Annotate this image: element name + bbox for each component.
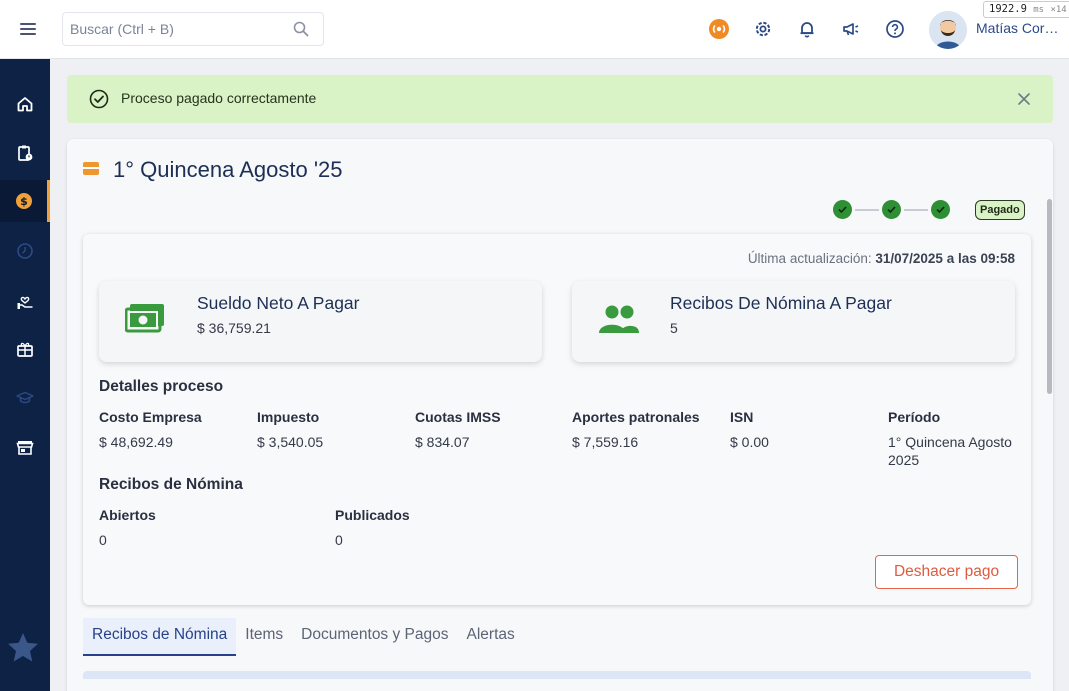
top-bar: Matías Cor… 1922.9 ms ×14 (0, 0, 1069, 59)
bell-icon[interactable] (796, 18, 818, 40)
field-value: 1° Quincena Agosto 2025 (888, 434, 1012, 468)
help-icon[interactable] (884, 18, 906, 40)
field-isn: ISN $ 0.00 (730, 409, 880, 451)
field-label: Publicados (335, 507, 410, 523)
field-abiertos: Abiertos 0 (99, 507, 249, 549)
step-complete-2 (882, 200, 901, 219)
tab-bar: Recibos de Nómina Items Documentos y Pag… (83, 618, 524, 656)
menu-icon[interactable] (16, 18, 40, 40)
broadcast-icon[interactable] (708, 18, 730, 40)
clock-icon (17, 243, 33, 259)
process-panel: 1° Quincena Agosto '25 Pagado Última act… (67, 139, 1053, 691)
tab-content (83, 671, 1031, 679)
search-box (62, 12, 324, 46)
stat-title: Sueldo Neto A Pagar (197, 293, 360, 313)
sidebar-item-training[interactable] (0, 377, 50, 419)
field-label: Período (888, 409, 941, 425)
stat-value: $ 36,759.21 (197, 320, 271, 336)
megaphone-icon[interactable] (840, 18, 862, 40)
graduation-cap-icon (16, 391, 34, 404)
stat-title: Recibos De Nómina A Pagar (670, 293, 892, 313)
field-aportes-patronales: Aportes patronales $ 7,559.16 (572, 409, 722, 451)
perf-value: 1922.9 (989, 3, 1027, 15)
hand-heart-icon (17, 296, 33, 309)
stat-payroll-receipts: Recibos De Nómina A Pagar 5 (572, 281, 1015, 362)
alert-message: Proceso pagado correctamente (121, 90, 317, 106)
dollar-coin-icon: $ (15, 193, 32, 209)
field-label: Impuesto (257, 409, 320, 425)
avatar[interactable] (929, 11, 967, 49)
status-badge: Pagado (975, 200, 1025, 220)
sidebar-item-benefits[interactable] (0, 280, 50, 322)
payment-card-icon (83, 162, 99, 175)
check-icon (838, 206, 847, 214)
money-bill-icon (124, 303, 165, 340)
sidebar-item-rewards[interactable] (0, 328, 50, 370)
step-complete-1 (833, 200, 852, 219)
step-connector (855, 208, 879, 211)
user-name[interactable]: Matías Cor… (976, 20, 1062, 36)
search-input[interactable] (63, 13, 283, 45)
stat-net-salary: Sueldo Neto A Pagar $ 36,759.21 (99, 281, 542, 362)
perf-counter: 1922.9 ms ×14 (983, 1, 1069, 18)
field-costo-empresa: Costo Empresa $ 48,692.49 (99, 409, 249, 451)
step-complete-3 (931, 200, 950, 219)
tab-documentos-y-pagos[interactable]: Documentos y Pagos (292, 618, 457, 656)
star-icon[interactable] (6, 631, 40, 665)
home-icon (17, 97, 33, 112)
users-icon (598, 303, 640, 340)
undo-payment-button[interactable]: Deshacer pago (875, 555, 1018, 589)
gift-box-icon (17, 342, 33, 357)
last-updated-label: Última actualización: (747, 251, 876, 266)
perf-multiplier: ×14 (1050, 5, 1067, 15)
success-alert: Proceso pagado correctamente (67, 75, 1053, 123)
field-label: Aportes patronales (572, 409, 700, 425)
field-value: $ 3,540.05 (257, 434, 324, 450)
sidebar-item-store[interactable] (0, 426, 50, 468)
scrollbar[interactable] (1047, 199, 1052, 394)
gear-icon[interactable] (752, 18, 774, 40)
check-icon (887, 206, 896, 214)
svg-text:$: $ (20, 195, 28, 208)
field-impuesto: Impuesto $ 3,540.05 (257, 409, 407, 451)
field-value: 0 (99, 532, 107, 548)
sidebar-item-payroll[interactable]: $ (0, 180, 50, 222)
sidebar-item-attendance[interactable] (0, 132, 50, 174)
field-cuotas-imss: Cuotas IMSS $ 834.07 (415, 409, 565, 451)
field-label: Abiertos (99, 507, 156, 523)
sidebar-item-home[interactable] (0, 83, 50, 125)
check-circle-icon (89, 89, 109, 114)
step-connector (904, 208, 928, 211)
search-icon[interactable] (293, 21, 309, 42)
field-publicados: Publicados 0 (335, 507, 485, 549)
perf-unit: ms (1033, 5, 1045, 15)
field-periodo: Período 1° Quincena Agosto 2025 (888, 409, 1023, 469)
clipboard-clock-icon (18, 145, 33, 161)
sidebar: $ (0, 59, 50, 691)
receipts-title: Recibos de Nómina (99, 476, 243, 493)
close-icon[interactable] (1017, 92, 1031, 111)
tab-items[interactable]: Items (236, 618, 292, 656)
last-updated-value: 31/07/2025 a las 09:58 (875, 251, 1015, 266)
field-label: Costo Empresa (99, 409, 202, 425)
field-value: 0 (335, 532, 343, 548)
summary-card: Última actualización: 31/07/2025 a las 0… (83, 234, 1031, 605)
sidebar-item-time[interactable] (0, 230, 50, 272)
tab-recibos-de-nomina[interactable]: Recibos de Nómina (83, 618, 237, 656)
field-label: ISN (730, 409, 754, 425)
store-icon (16, 441, 34, 455)
tab-alertas[interactable]: Alertas (458, 618, 524, 656)
stat-value: 5 (670, 320, 678, 336)
process-stepper (833, 200, 950, 219)
field-value: $ 7,559.16 (572, 434, 639, 450)
field-value: $ 0.00 (730, 434, 769, 450)
check-icon (936, 206, 945, 214)
page-title: 1° Quincena Agosto '25 (113, 157, 343, 182)
field-value: $ 48,692.49 (99, 434, 173, 450)
field-label: Cuotas IMSS (415, 409, 501, 425)
details-title: Detalles proceso (99, 378, 224, 395)
field-value: $ 834.07 (415, 434, 470, 450)
last-updated: Última actualización: 31/07/2025 a las 0… (748, 251, 1015, 266)
